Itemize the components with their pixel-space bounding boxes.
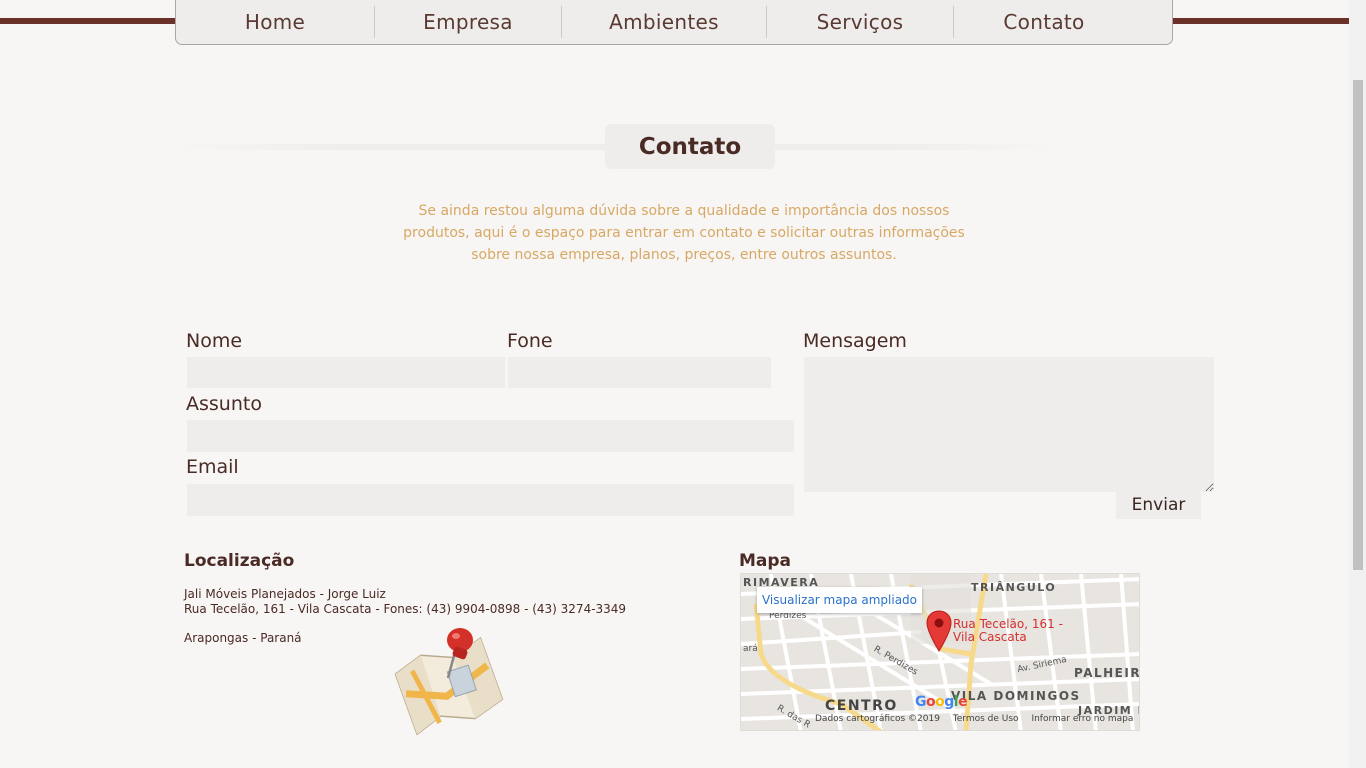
map-data-credit: Dados cartográficos ©2019	[815, 714, 940, 724]
email-field[interactable]	[187, 484, 794, 516]
subject-field[interactable]	[187, 420, 794, 452]
email-label: Email	[186, 456, 239, 478]
map-footer: Dados cartográficos ©2019 Termos de Uso …	[815, 714, 1143, 724]
submit-button[interactable]: Enviar	[1116, 491, 1201, 519]
city-state: Arapongas - Paraná	[184, 631, 302, 645]
map-terms-link[interactable]: Termos de Uso	[953, 714, 1019, 724]
scrollbar-thumb[interactable]	[1353, 80, 1363, 570]
company-name: Jali Móveis Planejados - Jorge Luiz	[184, 587, 386, 601]
nav-empresa[interactable]: Empresa	[375, 0, 561, 44]
map-label-triangulo: TRIÂNGULO	[971, 581, 1057, 594]
map-pin-label: Rua Tecelão, 161 - Vila Cascata	[953, 617, 1063, 644]
view-larger-map-link[interactable]: Visualizar mapa ampliado	[757, 587, 922, 613]
location-marker-icon[interactable]	[926, 610, 952, 652]
nav-home-label: Home	[244, 10, 306, 34]
nav-contato-label: Contato	[1003, 10, 1085, 34]
name-field[interactable]	[187, 357, 505, 388]
map-pin-icon	[394, 628, 504, 735]
google-logo: Google	[915, 694, 968, 710]
contact-intro: Se ainda restou alguma dúvida sobre a qu…	[403, 203, 965, 263]
nav-empresa-label: Empresa	[423, 10, 513, 34]
phone-label: Fone	[507, 330, 553, 352]
main-nav: Home Empresa Ambientes Serviços Contato	[175, 0, 1173, 45]
message-label: Mensagem	[803, 330, 907, 352]
map-report-link[interactable]: Informar erro no mapa	[1031, 714, 1133, 724]
phone-field[interactable]	[508, 357, 771, 388]
nav-ambientes-label: Ambientes	[609, 10, 719, 34]
nav-servicos[interactable]: Serviços	[767, 0, 953, 44]
address-phones: Rua Tecelão, 161 - Vila Cascata - Fones:…	[184, 602, 627, 616]
nav-contato[interactable]: Contato	[954, 0, 1134, 44]
page-title: Contato	[605, 124, 775, 169]
nav-servicos-label: Serviços	[816, 10, 904, 34]
page-scrollbar[interactable]	[1349, 0, 1366, 768]
map-label-vila-domingos: VILA DOMINGOS	[951, 689, 1081, 703]
map-label-centro: CENTRO	[825, 698, 898, 714]
map-label-ara: ará	[743, 644, 758, 654]
location-title: Localização	[184, 551, 295, 571]
message-field[interactable]	[804, 357, 1214, 492]
subject-label: Assunto	[186, 393, 262, 415]
nav-home[interactable]: Home	[176, 0, 374, 44]
name-label: Nome	[186, 330, 243, 352]
map-label-palheir: PALHEIR	[1074, 666, 1140, 680]
map-title: Mapa	[739, 551, 792, 571]
nav-ambientes[interactable]: Ambientes	[562, 0, 766, 44]
